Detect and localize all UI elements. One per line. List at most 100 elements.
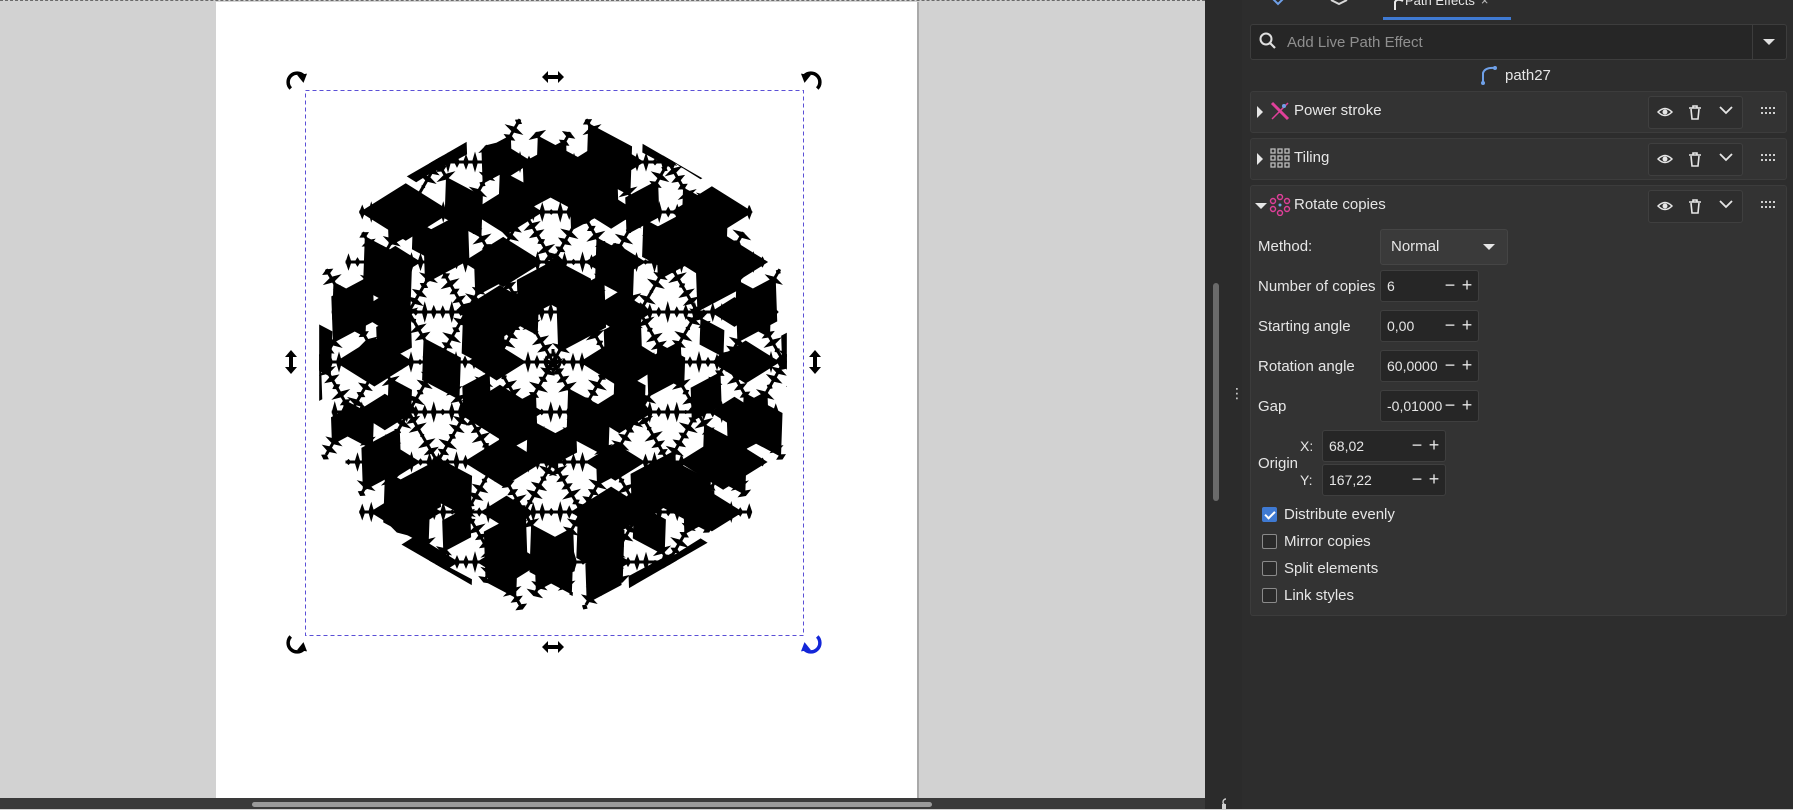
tab-path-effects-label: Path Effects bbox=[1405, 0, 1475, 8]
split-elements-label: Split elements bbox=[1284, 559, 1379, 577]
skew-handle-bottom[interactable] bbox=[542, 641, 564, 653]
origin-x-spinbox[interactable]: − + bbox=[1322, 430, 1446, 462]
increment-button[interactable]: + bbox=[1459, 353, 1475, 377]
rotation-angle-input[interactable] bbox=[1387, 356, 1445, 376]
toggle-visibility-button[interactable] bbox=[1649, 144, 1680, 175]
distribute-evenly-label: Distribute evenly bbox=[1284, 505, 1395, 523]
rotate-copies-settings: Method: Normal Number of copies − + Star… bbox=[1250, 225, 1787, 616]
vertical-scrollbar[interactable] bbox=[1205, 0, 1226, 796]
rotate-copies-icon bbox=[1269, 194, 1291, 216]
drag-handle-icon[interactable] bbox=[1761, 151, 1777, 165]
mirror-copies-label: Mirror copies bbox=[1284, 532, 1371, 550]
distribute-evenly-option[interactable]: Distribute evenly bbox=[1262, 504, 1395, 524]
origin-x-label: X: bbox=[1300, 438, 1314, 454]
horizontal-scrollbar-thumb[interactable] bbox=[252, 802, 932, 807]
increment-button[interactable]: + bbox=[1459, 273, 1475, 297]
method-select[interactable]: Normal bbox=[1380, 229, 1508, 265]
copies-spinbox[interactable]: − + bbox=[1380, 270, 1479, 302]
expand-triangle-icon[interactable] bbox=[1257, 153, 1263, 165]
tiling-icon bbox=[1270, 148, 1290, 168]
decrement-button[interactable]: − bbox=[1442, 313, 1458, 337]
drawing-canvas[interactable] bbox=[0, 0, 1205, 798]
collapse-triangle-icon[interactable] bbox=[1255, 203, 1267, 209]
starting-angle-input[interactable] bbox=[1387, 316, 1445, 336]
delete-effect-button[interactable] bbox=[1680, 97, 1711, 128]
add-path-effect-search[interactable] bbox=[1250, 24, 1787, 60]
trash-icon bbox=[1689, 105, 1701, 120]
copies-label: Number of copies bbox=[1258, 278, 1376, 295]
search-input[interactable] bbox=[1285, 29, 1729, 55]
rotated-copies-pattern[interactable] bbox=[239, 45, 869, 683]
effect-menu-button[interactable] bbox=[1711, 144, 1742, 175]
dock-resize-handle[interactable]: ⋮ bbox=[1226, 0, 1244, 809]
chevron-down-icon bbox=[1719, 153, 1733, 162]
effects-dropdown-button[interactable] bbox=[1752, 25, 1786, 59]
toggle-visibility-button[interactable] bbox=[1649, 191, 1680, 222]
link-styles-option[interactable]: Link styles bbox=[1262, 585, 1354, 605]
expand-triangle-icon[interactable] bbox=[1257, 106, 1263, 118]
origin-y-label: Y: bbox=[1300, 472, 1313, 488]
skew-handle-top[interactable] bbox=[542, 71, 564, 83]
increment-button[interactable]: + bbox=[1426, 433, 1442, 457]
skew-handle-left[interactable] bbox=[285, 350, 297, 374]
origin-x-input[interactable] bbox=[1329, 436, 1409, 456]
tab-path-effects[interactable]: Path Effects × bbox=[1383, 0, 1511, 20]
increment-button[interactable]: + bbox=[1459, 313, 1475, 337]
delete-effect-button[interactable] bbox=[1680, 191, 1711, 222]
tab-layers[interactable] bbox=[1330, 0, 1360, 17]
mirror-copies-checkbox[interactable] bbox=[1262, 533, 1277, 549]
decrement-button[interactable]: − bbox=[1442, 393, 1458, 417]
split-elements-checkbox[interactable] bbox=[1262, 560, 1277, 576]
link-styles-checkbox[interactable] bbox=[1262, 587, 1277, 603]
gap-label: Gap bbox=[1258, 398, 1287, 415]
delete-effect-button[interactable] bbox=[1680, 144, 1711, 175]
gap-input[interactable] bbox=[1387, 396, 1445, 416]
close-icon[interactable]: × bbox=[1481, 0, 1489, 8]
increment-button[interactable]: + bbox=[1459, 393, 1475, 417]
tab-fill-stroke[interactable] bbox=[1270, 0, 1300, 17]
toggle-visibility-button[interactable] bbox=[1649, 97, 1680, 128]
effect-menu-button[interactable] bbox=[1711, 191, 1742, 222]
effect-row-rotate-copies[interactable]: Rotate copies bbox=[1250, 185, 1787, 226]
mirror-copies-option[interactable]: Mirror copies bbox=[1262, 531, 1371, 551]
copies-input[interactable] bbox=[1387, 276, 1445, 296]
starting-angle-label: Starting angle bbox=[1258, 318, 1351, 335]
effect-name: Power stroke bbox=[1294, 102, 1382, 119]
effect-actions bbox=[1648, 190, 1743, 223]
method-value: Normal bbox=[1391, 238, 1440, 255]
chevron-down-icon bbox=[1719, 106, 1733, 115]
effect-name: Rotate copies bbox=[1294, 196, 1386, 213]
selected-object-name: path27 bbox=[1479, 64, 1551, 86]
increment-button[interactable]: + bbox=[1426, 467, 1442, 491]
canvas-drawing-layer[interactable] bbox=[0, 0, 1205, 798]
vertical-scrollbar-thumb[interactable] bbox=[1213, 283, 1219, 501]
effect-row-tiling[interactable]: Tiling bbox=[1250, 138, 1787, 180]
gap-spinbox[interactable]: − + bbox=[1380, 390, 1479, 422]
path-object-icon bbox=[1481, 66, 1497, 85]
chevron-down-icon bbox=[1719, 200, 1733, 209]
dock-tab-bar: Path Effects × bbox=[1242, 0, 1793, 20]
rotate-handle-top-right[interactable] bbox=[798, 67, 823, 92]
distribute-evenly-checkbox[interactable] bbox=[1262, 506, 1277, 522]
rotate-handle-bottom-right[interactable] bbox=[798, 633, 823, 658]
effect-menu-button[interactable] bbox=[1711, 97, 1742, 128]
power-stroke-icon bbox=[1270, 101, 1290, 121]
decrement-button[interactable]: − bbox=[1409, 467, 1425, 491]
drag-handle-icon[interactable] bbox=[1761, 198, 1777, 212]
skew-handle-right[interactable] bbox=[809, 350, 821, 374]
effect-row-power-stroke[interactable]: Power stroke bbox=[1250, 91, 1787, 133]
starting-angle-spinbox[interactable]: − + bbox=[1380, 310, 1479, 342]
decrement-button[interactable]: − bbox=[1442, 353, 1458, 377]
origin-y-input[interactable] bbox=[1329, 470, 1409, 490]
split-elements-option[interactable]: Split elements bbox=[1262, 558, 1378, 578]
drag-handle-icon[interactable] bbox=[1761, 104, 1777, 118]
rotate-handle-bottom-left[interactable] bbox=[284, 633, 309, 658]
origin-y-spinbox[interactable]: − + bbox=[1322, 464, 1446, 496]
rotation-angle-spinbox[interactable]: − + bbox=[1380, 350, 1479, 382]
decrement-button[interactable]: − bbox=[1409, 433, 1425, 457]
chevron-down-icon bbox=[1763, 39, 1775, 45]
horizontal-scrollbar[interactable] bbox=[0, 798, 1205, 809]
decrement-button[interactable]: − bbox=[1442, 273, 1458, 297]
search-icon bbox=[1259, 32, 1276, 49]
rotate-handle-top-left[interactable] bbox=[284, 67, 309, 92]
